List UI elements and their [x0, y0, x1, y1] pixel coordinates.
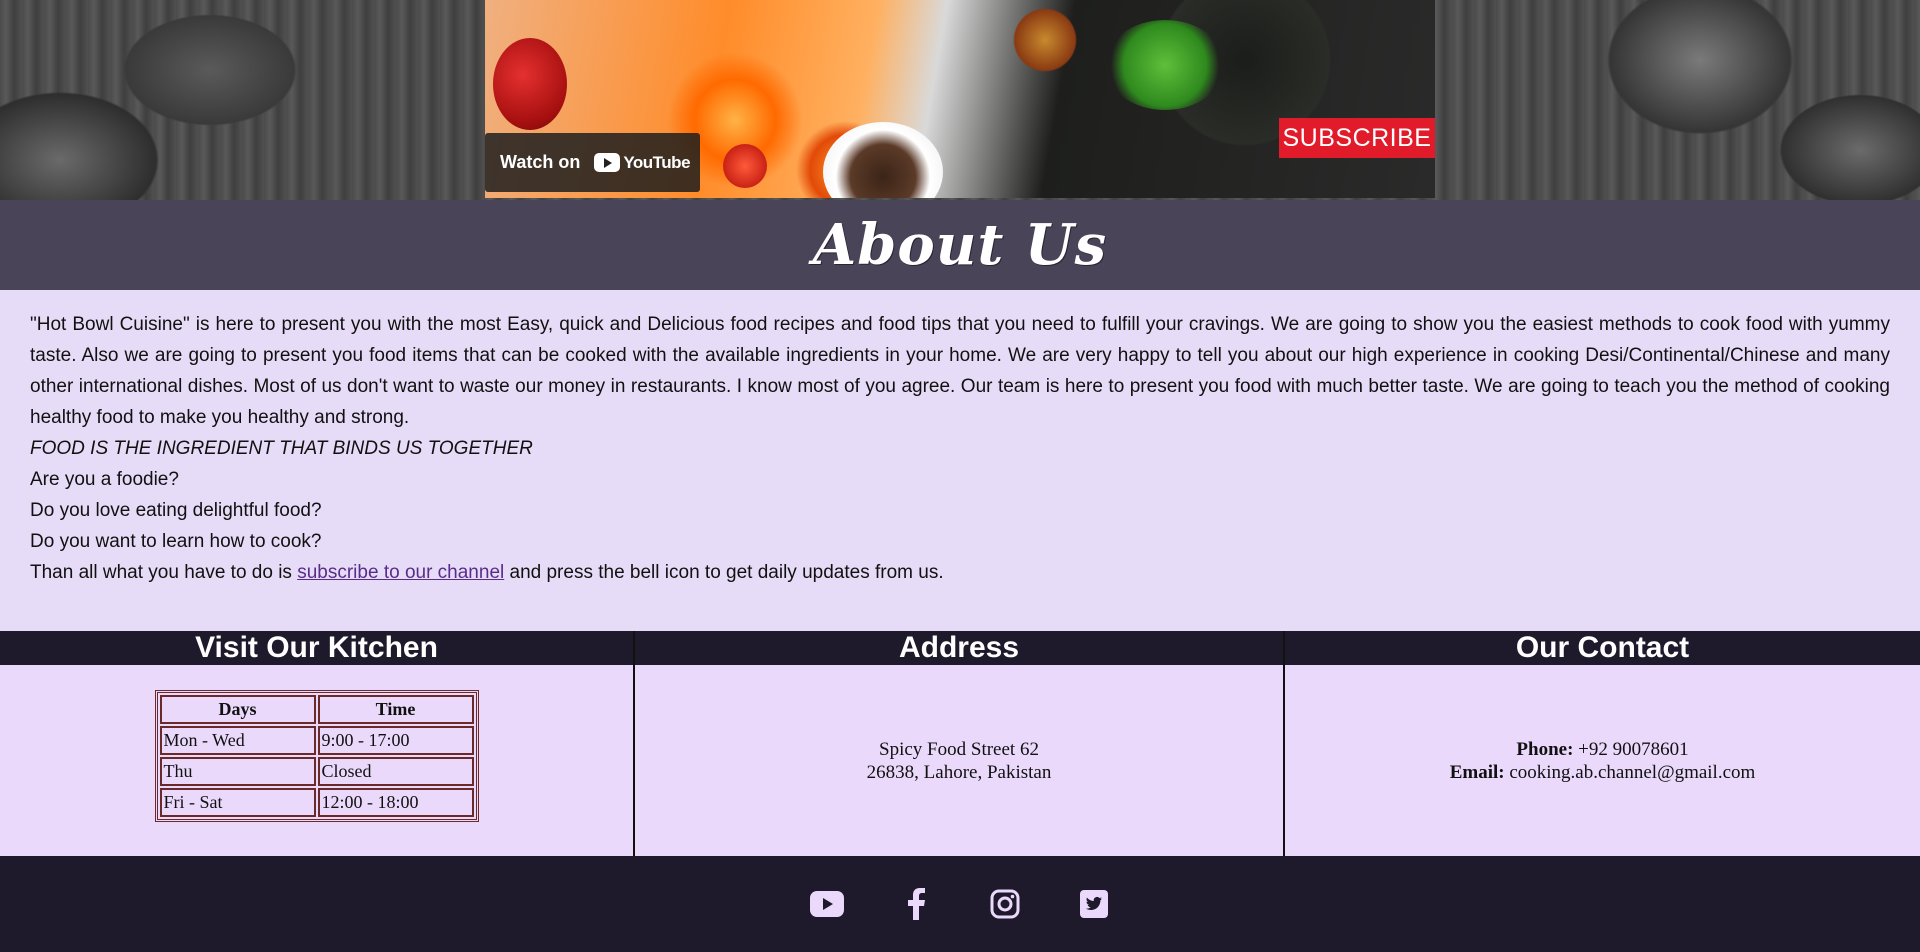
chili-bowl-image	[493, 38, 567, 130]
question-1: Are you a foodie?	[30, 469, 179, 490]
table-header-row: Days Time	[159, 694, 474, 724]
instagram-icon[interactable]	[988, 887, 1022, 921]
hero-banner: Watch on YouTube SUBSCRIBE	[0, 0, 1920, 200]
day-cell: Thu	[159, 756, 316, 786]
address-line-1: Spicy Food Street 62	[879, 738, 1039, 760]
email-label: Email:	[1449, 761, 1505, 783]
address-heading: Address	[635, 631, 1283, 665]
facebook-icon[interactable]	[899, 887, 933, 921]
address-line-2: 26838, Lahore, Pakistan	[866, 761, 1052, 783]
question-2: Do you love eating delightful food?	[30, 500, 322, 521]
time-header: Time	[317, 694, 474, 724]
youtube-logo: YouTube	[594, 152, 691, 173]
twitter-icon[interactable]	[1077, 887, 1111, 921]
youtube-icon[interactable]	[809, 887, 844, 921]
kitchen-body: Days Time Mon - Wed 9:00 - 17:00 Thu Clo…	[0, 665, 633, 856]
youtube-wordmark: YouTube	[623, 152, 691, 172]
table-row: Mon - Wed 9:00 - 17:00	[159, 725, 474, 755]
time-cell: Closed	[317, 756, 474, 786]
cta-after: and press the bell icon to get daily upd…	[504, 562, 944, 583]
contact-body: Phone: +92 90078601 Email: cooking.ab.ch…	[1285, 665, 1920, 856]
time-cell: 9:00 - 17:00	[317, 725, 474, 755]
tomato-image	[723, 144, 767, 188]
cta-line: Than all what you have to do is subscrib…	[30, 557, 1890, 588]
address-body: Spicy Food Street 62 26838, Lahore, Paki…	[635, 665, 1283, 856]
about-header: About Us	[0, 200, 1920, 290]
phone-value: +92 90078601	[1573, 738, 1689, 760]
pepper-bowl-image	[823, 122, 943, 198]
day-cell: Fri - Sat	[159, 787, 316, 817]
day-cell: Mon - Wed	[159, 725, 316, 755]
contact-column: Our Contact Phone: +92 90078601 Email: c…	[1285, 631, 1920, 856]
time-cell: 12:00 - 18:00	[317, 787, 474, 817]
email-line: Email: cooking.ab.channel@gmail.com	[1450, 761, 1756, 784]
table-row: Fri - Sat 12:00 - 18:00	[159, 787, 474, 817]
info-section: Visit Our Kitchen Days Time Mon - Wed 9:…	[0, 631, 1920, 856]
watch-on-label: Watch on	[500, 152, 581, 172]
table-row: Thu Closed	[159, 756, 474, 786]
about-motto: FOOD IS THE INGREDIENT THAT BINDS US TOG…	[30, 438, 533, 459]
contact-heading: Our Contact	[1285, 631, 1920, 665]
phone-label: Phone:	[1516, 738, 1574, 760]
phone-line: Phone: +92 90078601	[1450, 738, 1756, 761]
address-column: Address Spicy Food Street 62 26838, Laho…	[635, 631, 1285, 856]
watch-on-youtube-button[interactable]: Watch on YouTube	[485, 133, 700, 192]
subscribe-badge: SUBSCRIBE	[1279, 118, 1435, 158]
about-intro: "Hot Bowl Cuisine" is here to present yo…	[30, 314, 1890, 428]
days-header: Days	[159, 694, 316, 724]
about-section: "Hot Bowl Cuisine" is here to present yo…	[0, 290, 1920, 631]
subscribe-link[interactable]: subscribe to our channel	[297, 562, 504, 583]
email-value: cooking.ab.channel@gmail.com	[1504, 761, 1756, 783]
about-title: About Us	[812, 212, 1108, 278]
opening-hours-table: Days Time Mon - Wed 9:00 - 17:00 Thu Clo…	[154, 689, 479, 822]
kitchen-heading: Visit Our Kitchen	[0, 631, 633, 665]
kitchen-column: Visit Our Kitchen Days Time Mon - Wed 9:…	[0, 631, 635, 856]
cta-before: Than all what you have to do is	[30, 562, 298, 583]
herbs-image	[1105, 20, 1225, 110]
youtube-play-icon	[594, 153, 621, 172]
question-3: Do you want to learn how to cook?	[30, 531, 322, 552]
footer	[0, 856, 1920, 952]
youtube-video-embed[interactable]: Watch on YouTube SUBSCRIBE	[485, 0, 1435, 198]
